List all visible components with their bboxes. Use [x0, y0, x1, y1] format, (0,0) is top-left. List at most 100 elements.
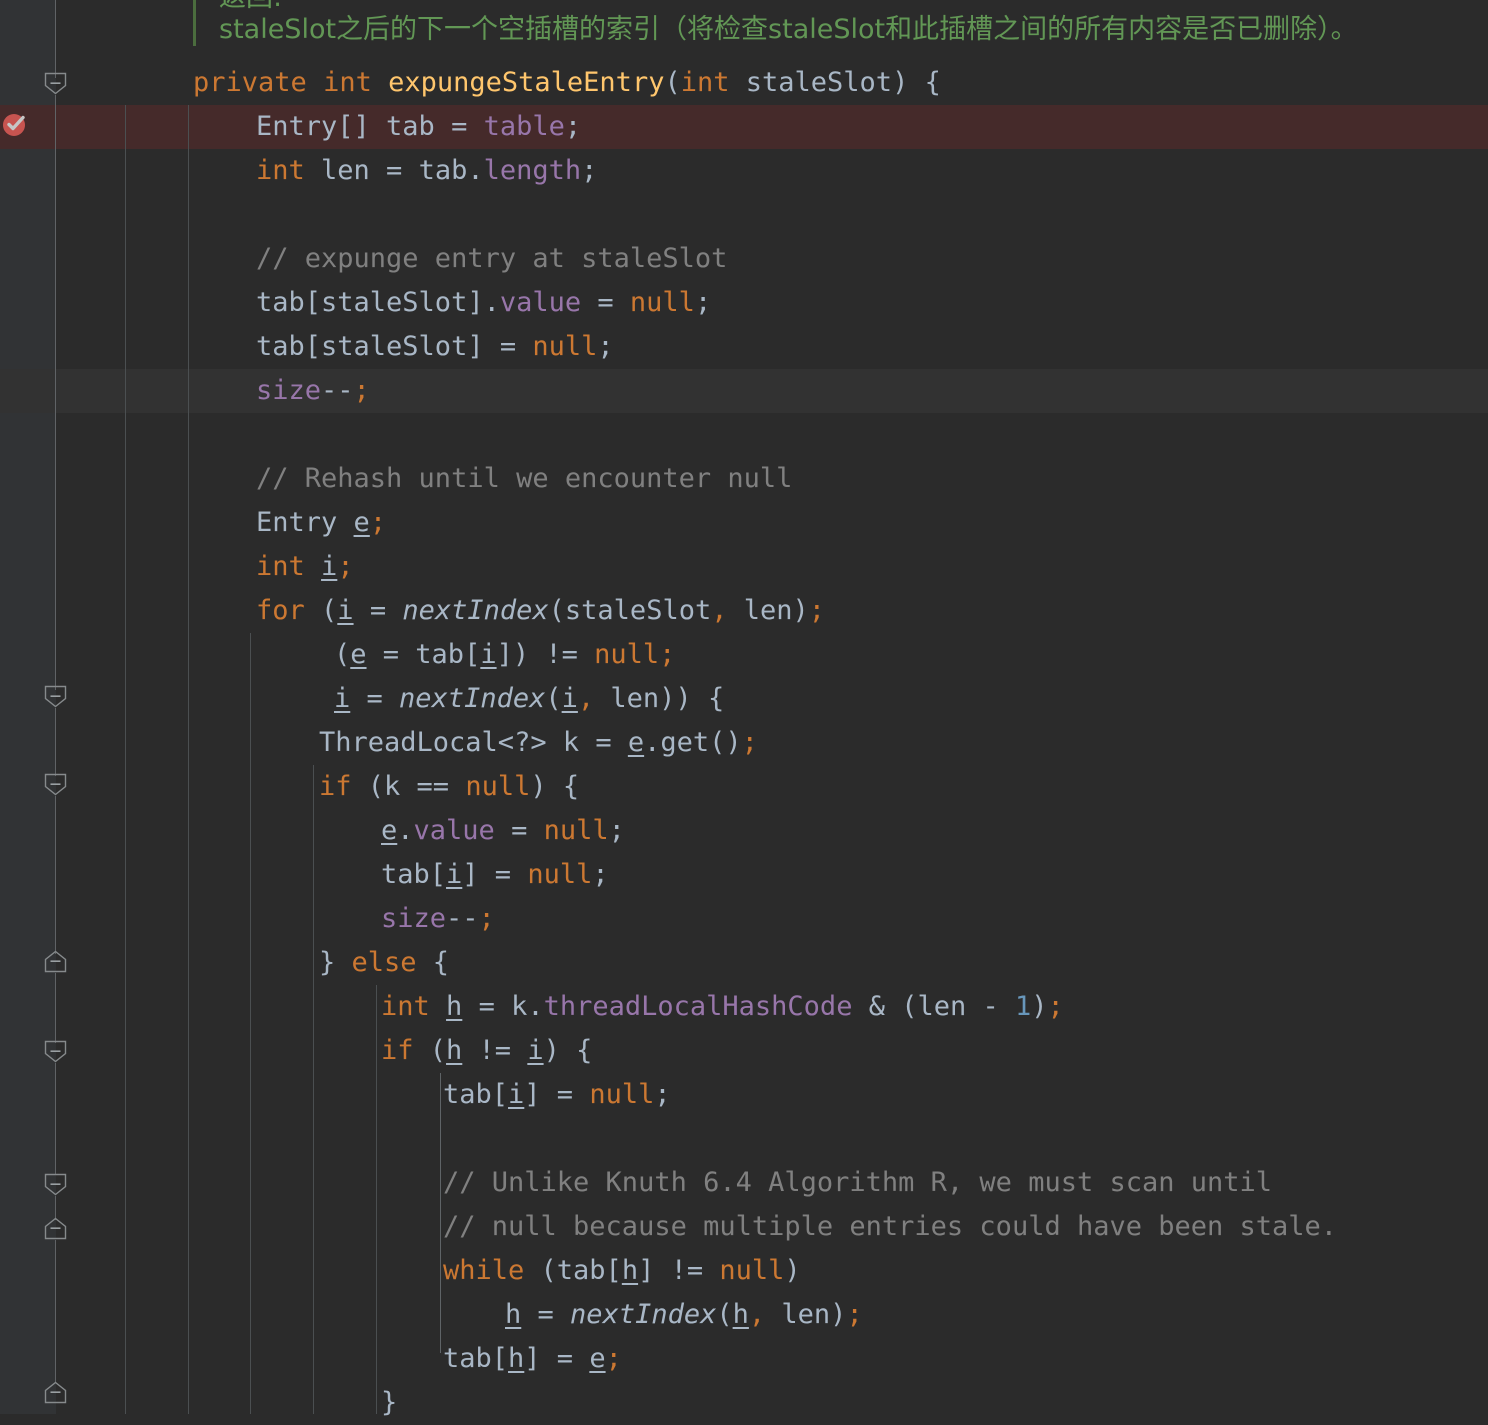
local-var-i: i [561, 683, 578, 714]
code-line-int-h[interactable]: int h = k.threadLocalHashCode & (len - 1… [381, 985, 1064, 1029]
code-line-size-decrement[interactable]: size--; [256, 369, 370, 413]
method-name: expungeStaleEntry [388, 67, 665, 98]
paren-close-brace: ) [892, 67, 925, 98]
field-value: value [499, 287, 582, 318]
code-line-else[interactable]: } else { [319, 941, 449, 985]
javadoc-line-description: staleSlot之后的下一个空插槽的索引（将检查staleSlot和此插槽之间… [219, 14, 1358, 45]
code-line-tab-null[interactable]: tab[staleSlot] = null; [256, 325, 614, 369]
param-type: int [680, 67, 730, 98]
keyword-int: int [256, 551, 305, 582]
keyword-null: null [465, 771, 531, 802]
semicolon: ; [369, 507, 387, 538]
code-line-comment-knuth-2: // null because multiple entries could h… [443, 1211, 1338, 1242]
code-text-surface[interactable]: 返回: staleSlot之后的下一个空插槽的索引（将检查staleSlot和此… [0, 0, 1488, 1418]
code-line-int-i[interactable]: int i; [256, 545, 354, 589]
brace-open: { [924, 67, 941, 98]
local-var-e: e [381, 815, 398, 846]
local-var-i: i [446, 859, 463, 890]
local-var-h: h [508, 1343, 525, 1374]
code-line-tab-value-null[interactable]: tab[staleSlot].value = null; [256, 281, 711, 325]
semicolon: ; [741, 727, 758, 758]
keyword-null: null [527, 859, 593, 890]
field-length: length [483, 155, 582, 186]
code-line-for-cond[interactable]: (e = tab[i]) != null; [334, 633, 675, 677]
keyword-while: while [443, 1255, 525, 1286]
semicolon: ; [353, 375, 370, 406]
local-var-i: i [508, 1079, 525, 1110]
method-nextIndex: nextIndex [402, 595, 549, 626]
local-var-h: h [732, 1299, 749, 1330]
keyword-int: int [256, 155, 305, 186]
keyword-for: for [256, 595, 305, 626]
code-line-int-len[interactable]: int len = tab.length; [256, 149, 597, 193]
local-var-h: h [621, 1255, 639, 1286]
code-editor[interactable]: 返回: staleSlot之后的下一个空插槽的索引（将检查staleSlot和此… [0, 0, 1488, 1418]
code-line-h-nextindex[interactable]: h = nextIndex(h, len); [505, 1293, 863, 1337]
local-var-i: i [480, 639, 497, 670]
keyword-null: null [629, 287, 695, 318]
semicolon: ; [1047, 991, 1064, 1022]
field-size: size [381, 903, 447, 934]
semicolon: ; [478, 903, 495, 934]
comma: , [711, 595, 728, 626]
keyword-null: null [719, 1255, 785, 1286]
local-var-e: e [350, 639, 367, 670]
code-line-if-h-ne-i[interactable]: if (h != i) { [381, 1029, 592, 1073]
number-one: 1 [1015, 991, 1032, 1022]
keyword-if: if [381, 1035, 414, 1066]
semicolon: ; [337, 551, 354, 582]
keyword-if: if [319, 771, 352, 802]
local-var-e: e [353, 507, 370, 538]
keyword-else: else [351, 947, 417, 978]
code-line-threadlocal-k[interactable]: ThreadLocal<?> k = e.get(); [319, 721, 758, 765]
code-line-tab-h-assign-e[interactable]: tab[h] = e; [443, 1337, 622, 1381]
field-table: table [483, 111, 565, 142]
local-var-e: e [589, 1343, 606, 1374]
keyword-null: null [589, 1079, 655, 1110]
code-line-tab-i-null[interactable]: tab[i] = null; [381, 853, 609, 897]
method-nextIndex: nextIndex [399, 683, 546, 714]
code-line-e-value-null[interactable]: e.value = null; [381, 809, 625, 853]
local-var-i: i [321, 551, 338, 582]
local-var-i: i [337, 595, 354, 626]
param-name: staleSlot [745, 67, 893, 98]
method-nextIndex: nextIndex [570, 1299, 717, 1330]
local-var-i: i [527, 1035, 544, 1066]
local-var-h: h [446, 991, 463, 1022]
code-line-close-brace[interactable]: } [381, 1381, 397, 1425]
field-value: value [413, 815, 495, 846]
keyword-int: int [323, 67, 372, 98]
code-line-if-k-null[interactable]: if (k == null) { [319, 765, 579, 809]
field-threadLocalHashCode: threadLocalHashCode [543, 991, 853, 1022]
keyword-null: null [543, 815, 609, 846]
local-var-h: h [505, 1299, 522, 1330]
code-line-tab-i-null-2[interactable]: tab[i] = null; [443, 1073, 671, 1117]
keyword-private: private [193, 67, 307, 98]
field-size: size [256, 375, 322, 406]
paren-open: ( [664, 67, 681, 98]
local-var-h: h [446, 1035, 463, 1066]
code-line-entry-tab[interactable]: Entry[] tab = table; [256, 105, 581, 149]
keyword-null: null [594, 639, 660, 670]
operator-decrement: -- [446, 903, 479, 934]
local-var-i: i [334, 683, 351, 714]
code-line-while-tab-h[interactable]: while (tab[h] != null) [443, 1249, 801, 1293]
code-line-signature[interactable]: private int expungeStaleEntry(int staleS… [193, 61, 941, 105]
semicolon: ; [659, 639, 676, 670]
keyword-null: null [532, 331, 598, 362]
operator-decrement: -- [321, 375, 354, 406]
semicolon: ; [846, 1299, 863, 1330]
keyword-int: int [381, 991, 430, 1022]
code-line-comment-expunge: // expunge entry at staleSlot [256, 243, 728, 274]
semicolon: ; [808, 595, 826, 626]
comma: , [577, 683, 595, 714]
local-var-e: e [627, 727, 645, 758]
semicolon: ; [605, 1343, 622, 1374]
code-line-for-init[interactable]: for (i = nextIndex(staleSlot, len); [256, 589, 825, 633]
code-line-for-update[interactable]: i = nextIndex(i, len)) { [334, 677, 724, 721]
code-line-size-decrement-2[interactable]: size--; [381, 897, 495, 941]
comma: , [748, 1299, 766, 1330]
code-line-entry-e[interactable]: Entry e; [256, 501, 386, 545]
code-line-comment-knuth-1: // Unlike Knuth 6.4 Algorithm R, we must… [443, 1167, 1273, 1198]
code-line-comment-rehash: // Rehash until we encounter null [256, 463, 793, 494]
